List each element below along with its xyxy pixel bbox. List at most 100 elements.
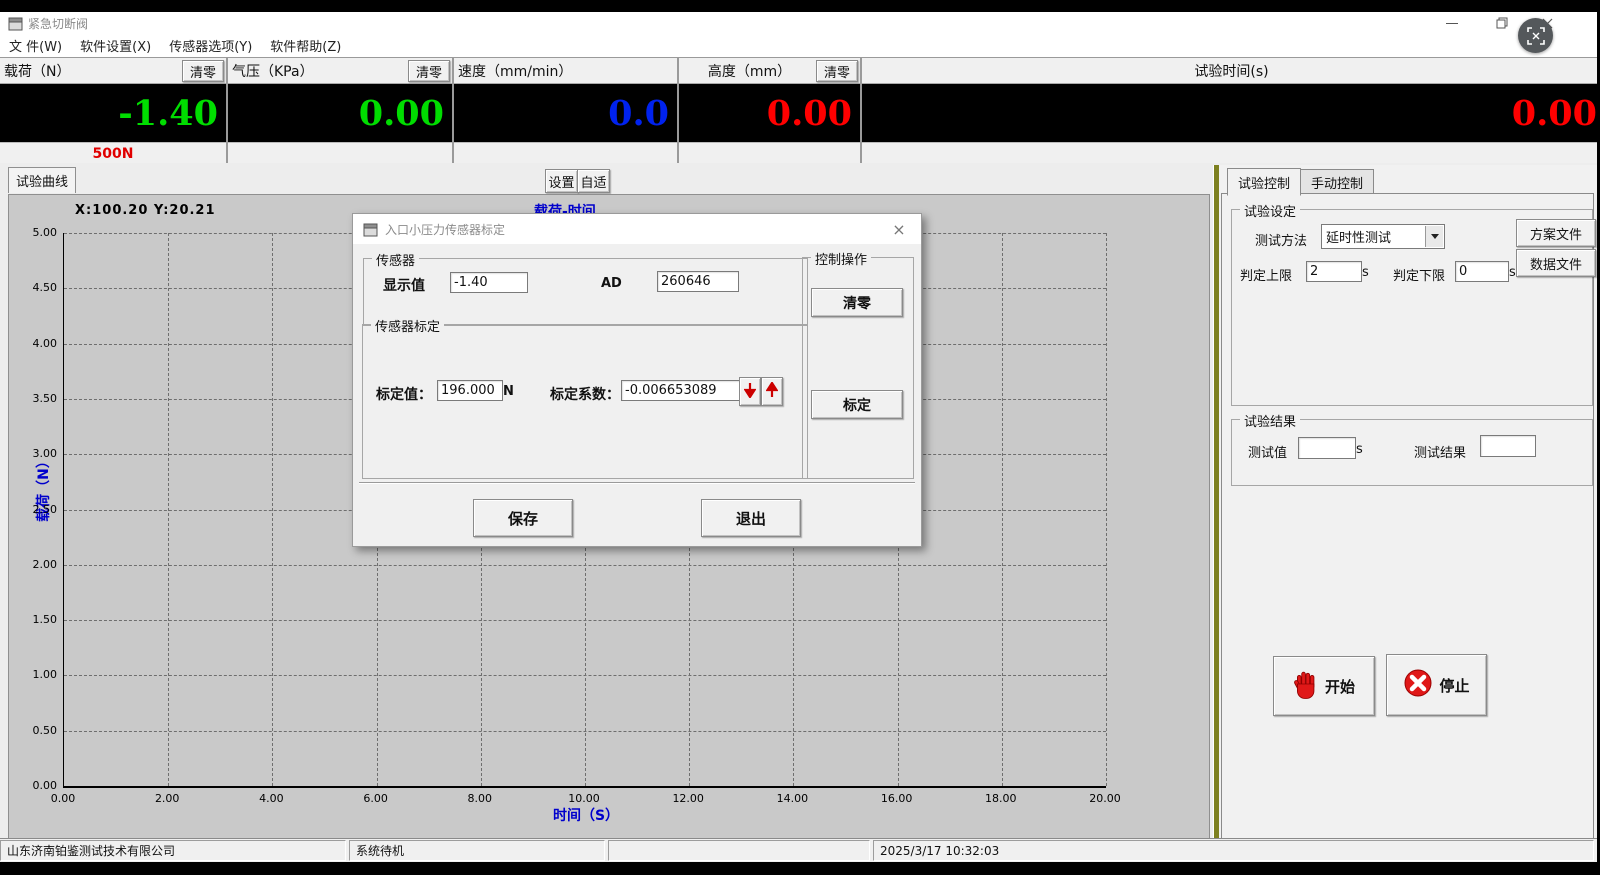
exit-button[interactable]: 退出: [701, 499, 801, 537]
chart-cursor-readout: X:100.20 Y:20.21: [75, 203, 216, 218]
speed-label: 速度（mm/min）: [458, 61, 572, 81]
x-tick-label: 18.00: [976, 792, 1026, 805]
x-tick-label: 0.00: [38, 792, 88, 805]
statusbar-company: 山东济南铂鉴测试技术有限公司: [0, 840, 346, 861]
screenshot-overlay-icon[interactable]: [1518, 18, 1553, 53]
top-frame: [0, 0, 1600, 12]
test-settings-label: 试验设定: [1240, 201, 1300, 220]
test-value-input[interactable]: [1298, 437, 1356, 459]
ad-input[interactable]: 260646: [657, 271, 739, 292]
menu-help[interactable]: 软件帮助(Z): [261, 36, 350, 55]
app-icon: [8, 16, 23, 35]
cal-value-label: 标定值：: [376, 384, 432, 404]
y-tick-label: 0.00: [11, 779, 57, 792]
y-tick-label: 2.00: [11, 558, 57, 571]
readout-panel: 载荷（N） 清零 -1.40 500N 气压（KPa） 清零 0.00 速度（m…: [0, 57, 1597, 164]
x-tick-label: 4.00: [246, 792, 296, 805]
test-result-label: 试验结果: [1240, 411, 1300, 430]
y-tick-label: 4.00: [11, 337, 57, 350]
coef-input[interactable]: -0.006653089: [621, 380, 743, 401]
chart-settings-button[interactable]: 设置: [545, 169, 578, 193]
tab-test-curve[interactable]: 试验曲线: [8, 167, 76, 193]
chart-autofit-button[interactable]: 自适: [577, 169, 610, 193]
dialog-separator: [359, 482, 915, 484]
y-tick-label: 2.50: [11, 503, 57, 516]
dialog-calibrate-button[interactable]: 标定: [811, 390, 903, 419]
coef-label: 标定系数：: [550, 384, 620, 404]
load-value: -1.40: [0, 84, 226, 142]
v-gridline: [272, 233, 273, 786]
data-file-button[interactable]: 数据文件: [1516, 249, 1596, 277]
y-tick-label: 1.50: [11, 613, 57, 626]
dialog-close-icon[interactable]: ×: [885, 218, 913, 240]
load-range-note: 500N: [0, 142, 226, 164]
stop-button[interactable]: 停止: [1386, 654, 1487, 716]
readout-pressure: 气压（KPa） 清零 0.00: [228, 58, 454, 164]
y-tick-label: 1.00: [11, 668, 57, 681]
test-control-page: 试验设定 测试方法 延时性测试 方案文件 数据文件 判定上限 2 s 判定下限 …: [1221, 193, 1594, 840]
readout-test-time: 试验时间(s) 0.00: [862, 58, 1597, 164]
load-zero-button[interactable]: 清零: [182, 60, 224, 82]
start-button[interactable]: 开始: [1273, 656, 1375, 716]
menu-sensor-options[interactable]: 传感器选项(Y): [160, 36, 261, 55]
height-value: 0.00: [679, 84, 860, 142]
result-input[interactable]: [1480, 435, 1536, 457]
menubar: 文 件(W) 软件设置(X) 传感器选项(Y) 软件帮助(Z): [0, 34, 1597, 58]
cal-value-input[interactable]: 196.000: [437, 380, 503, 401]
menu-file[interactable]: 文 件(W): [0, 36, 71, 55]
speed-value: 0.0: [454, 84, 677, 142]
start-button-label: 开始: [1325, 676, 1355, 697]
menu-software-settings[interactable]: 软件设置(X): [71, 36, 160, 55]
y-tick-label: 3.50: [11, 392, 57, 405]
v-gridline: [1002, 233, 1003, 786]
display-value-input[interactable]: -1.40: [450, 272, 528, 293]
hand-icon: [1293, 669, 1319, 703]
upper-limit-input[interactable]: 2: [1306, 261, 1362, 282]
calibration-dialog: 入口小压力传感器标定 × 传感器 显示值 -1.40 AD 260646 传感器…: [352, 213, 922, 547]
window-titlebar: 紧急切断阀: [0, 12, 1597, 34]
y-tick-label: 4.50: [11, 281, 57, 294]
height-zero-button[interactable]: 清零: [816, 60, 858, 82]
chevron-down-icon[interactable]: [1425, 226, 1443, 247]
arrow-down-icon: [744, 382, 756, 402]
method-value: 延时性测试: [1326, 227, 1391, 246]
restore-button[interactable]: [1487, 13, 1517, 33]
arrow-up-icon: [766, 382, 778, 402]
x-tick-label: 12.00: [663, 792, 713, 805]
lower-limit-input[interactable]: 0: [1455, 261, 1509, 282]
control-operations-label: 控制操作: [811, 249, 871, 268]
scheme-file-button[interactable]: 方案文件: [1516, 219, 1596, 247]
dialog-zero-button[interactable]: 清零: [811, 288, 903, 317]
stop-icon: [1403, 668, 1433, 702]
x-tick-label: 2.00: [142, 792, 192, 805]
x-tick-label: 14.00: [767, 792, 817, 805]
statusbar-system-state: 系统待机: [349, 840, 605, 861]
x-tick-label: 20.00: [1080, 792, 1130, 805]
ad-label: AD: [601, 276, 622, 291]
x-tick-label: 8.00: [455, 792, 505, 805]
coef-decrease-button[interactable]: [739, 377, 761, 406]
coef-increase-button[interactable]: [761, 377, 783, 406]
statusbar: 山东济南铂鉴测试技术有限公司 系统待机 2025/3/17 10:32:03: [0, 838, 1597, 862]
statusbar-empty: [608, 840, 870, 861]
pressure-label: 气压（KPa）: [232, 61, 314, 81]
lower-limit-unit: s: [1509, 265, 1516, 280]
pressure-value: 0.00: [228, 84, 452, 142]
test-time-label: 试验时间(s): [1194, 61, 1268, 81]
tab-manual-control[interactable]: 手动控制: [1300, 169, 1374, 196]
pressure-zero-button[interactable]: 清零: [408, 60, 450, 82]
upper-limit-unit: s: [1362, 265, 1369, 280]
x-tick-label: 10.00: [559, 792, 609, 805]
method-select[interactable]: 延时性测试: [1321, 224, 1445, 249]
save-button[interactable]: 保存: [473, 499, 573, 537]
test-value-unit: s: [1356, 442, 1363, 457]
minimize-button[interactable]: [1437, 13, 1467, 33]
window-title: 紧急切断阀: [28, 15, 88, 32]
tab-test-control[interactable]: 试验控制: [1227, 168, 1301, 196]
control-panel: 试验控制 手动控制 试验设定 测试方法 延时性测试 方案文件 数据文件 判定上限…: [1219, 165, 1597, 843]
dialog-icon: [363, 222, 378, 241]
cal-unit-label: N: [503, 384, 514, 399]
x-tick-label: 6.00: [351, 792, 401, 805]
display-value-label: 显示值: [383, 275, 425, 295]
readout-load: 载荷（N） 清零 -1.40 500N: [0, 58, 228, 164]
